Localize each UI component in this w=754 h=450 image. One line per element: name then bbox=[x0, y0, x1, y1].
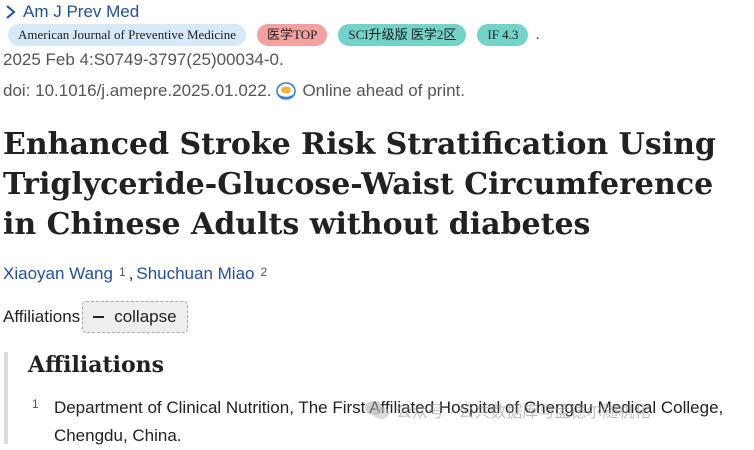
watermark: 公众号 · 公共数据库与孟德尔随机化 bbox=[364, 398, 650, 422]
badge-sci[interactable]: SCI升级版 医学2区 bbox=[338, 24, 467, 46]
wechat-icon bbox=[365, 401, 389, 419]
author-list: Xiaoyan Wang 1 , Shuchuan Miao 2 bbox=[3, 264, 270, 284]
citation-date: 2025 Feb 4:S0749-3797(25)00034-0. bbox=[3, 50, 284, 69]
affiliations-heading: Affiliations bbox=[28, 352, 165, 378]
doi-text: doi: 10.1016/j.amepre.2025.01.022. bbox=[3, 81, 272, 100]
minus-icon bbox=[93, 316, 105, 318]
citation-doi-line: doi: 10.1016/j.amepre.2025.01.022. Onlin… bbox=[3, 81, 465, 101]
author-separator: , bbox=[128, 264, 134, 283]
watermark-text: 公众号 · 公共数据库与孟德尔随机化 bbox=[396, 404, 651, 421]
author-affiliation-ref[interactable]: 2 bbox=[261, 265, 268, 279]
chevron-right-icon bbox=[6, 5, 16, 19]
article-title: Enhanced Stroke Risk Stratification Usin… bbox=[3, 127, 716, 242]
author-name[interactable]: Shuchuan Miao bbox=[136, 264, 254, 284]
badge-impact-factor[interactable]: IF 4.3 bbox=[477, 24, 529, 46]
author-affiliation-ref[interactable]: 1 bbox=[119, 265, 126, 279]
journal-badges: American Journal of Preventive Medicine … bbox=[8, 24, 540, 46]
collapse-button-label: collapse bbox=[114, 307, 177, 326]
collapse-button[interactable]: collapse bbox=[82, 301, 188, 333]
affiliation-number: 1 bbox=[32, 397, 39, 411]
affiliations-toggle-row: Affiliations collapse bbox=[3, 301, 188, 333]
journal-name: Am J Prev Med bbox=[23, 2, 140, 21]
journal-link[interactable]: Am J Prev Med bbox=[3, 2, 139, 22]
online-print-icon bbox=[276, 82, 297, 100]
print-status: Online ahead of print. bbox=[302, 81, 465, 100]
badge-journal-full[interactable]: American Journal of Preventive Medicine bbox=[8, 24, 247, 46]
badge-trailing: . bbox=[535, 26, 540, 43]
author-name[interactable]: Xiaoyan Wang bbox=[3, 264, 113, 284]
badge-top[interactable]: 医学TOP bbox=[257, 24, 328, 46]
affiliations-label: Affiliations bbox=[3, 307, 81, 326]
